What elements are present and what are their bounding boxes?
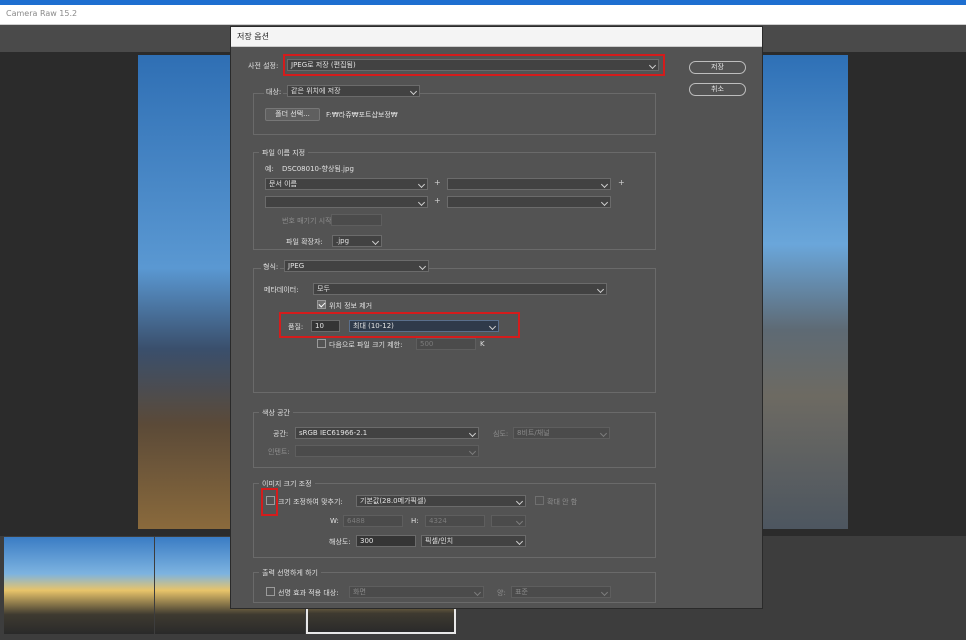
resolution-unit-value: 픽셀/인치 (425, 537, 454, 545)
app-titlebar: Camera Raw 15.2 (0, 5, 966, 25)
chevron-down-icon (473, 588, 482, 597)
resize-to-fit-select[interactable]: 기본값(28.0메가픽셀) (356, 495, 526, 507)
chevron-down-icon (468, 429, 477, 438)
sharpen-amount-label: 양: (497, 589, 506, 597)
photo-preview-left (138, 55, 230, 529)
chevron-down-icon (468, 447, 477, 456)
dialog-title: 저장 옵션 (237, 32, 269, 41)
dont-enlarge-checkbox[interactable] (535, 496, 544, 505)
format-value: JPEG (288, 262, 305, 270)
metadata-select[interactable]: 모두 (313, 283, 607, 295)
depth-value: 8비트/채널 (517, 429, 550, 437)
space-label: 공간: (273, 430, 289, 438)
output-sharpening-title: 출력 선명하게 하기 (259, 568, 321, 578)
remove-location-checkbox[interactable] (317, 300, 326, 309)
sharpen-for-label: 선명 효과 적용 대상: (278, 589, 339, 597)
sharpen-checkbox[interactable] (266, 587, 275, 596)
chevron-down-icon (600, 180, 609, 189)
file-extension-label: 파일 확장자: (286, 238, 323, 246)
dont-enlarge-label: 확대 안 함 (547, 498, 578, 506)
width-input[interactable]: 6488 (343, 515, 403, 527)
depth-select[interactable]: 8비트/채널 (513, 427, 610, 439)
naming-field-2[interactable] (447, 178, 611, 190)
chevron-down-icon (409, 87, 418, 96)
file-naming-title: 파일 이름 지정 (259, 148, 309, 158)
height-label: H: (411, 517, 419, 525)
select-folder-button[interactable]: 폴더 선택... (265, 108, 320, 121)
naming-field-1[interactable]: 문서 이름 (265, 178, 428, 190)
destination-label: 대상: (264, 87, 284, 97)
chevron-down-icon (417, 198, 426, 207)
highlight-quality (279, 312, 520, 338)
chevron-down-icon (600, 588, 609, 597)
plus-sign: + (434, 196, 441, 205)
chevron-down-icon (418, 262, 427, 271)
color-space-value: sRGB IEC61966-2.1 (299, 429, 368, 437)
sharpen-amount-select[interactable]: 표준 (511, 586, 611, 598)
highlight-preset (283, 54, 665, 76)
intent-label: 인텐트: (268, 448, 290, 456)
format-select[interactable]: JPEG (284, 260, 429, 272)
limit-file-size-input[interactable]: 500 (416, 338, 476, 350)
chevron-down-icon (371, 237, 380, 246)
save-button[interactable]: 저장 (689, 61, 746, 74)
file-extension-value: .jpg (336, 237, 350, 245)
sharpen-for-value: 화면 (353, 588, 366, 596)
naming-field-4[interactable] (447, 196, 611, 208)
dialog-titlebar: 저장 옵션 (231, 27, 762, 47)
limit-file-size-unit: K (480, 340, 485, 348)
sequence-start-label: 번호 매기기 시작: (282, 217, 334, 225)
naming-field-3[interactable] (265, 196, 428, 208)
destination-path: F:₩라쥬₩포트샵보정₩ (326, 111, 398, 119)
sharpen-for-select[interactable]: 화면 (349, 586, 484, 598)
chevron-down-icon (596, 285, 605, 294)
plus-sign: + (618, 178, 625, 187)
app-title: Camera Raw 15.2 (6, 9, 78, 18)
destination-value: 같은 위치에 저장 (291, 87, 341, 95)
highlight-resize-checkbox (261, 488, 278, 516)
limit-file-size-label: 다음으로 파일 크기 제한: (329, 341, 403, 349)
naming-field-1-value: 문서 이름 (269, 180, 297, 188)
sharpen-amount-value: 표준 (515, 588, 528, 596)
cancel-button[interactable]: 취소 (689, 83, 746, 96)
resolution-unit-select[interactable]: 픽셀/인치 (421, 535, 526, 547)
file-extension-select[interactable]: .jpg (332, 235, 382, 247)
example-filename: DSC08010-향상됨.jpg (282, 165, 354, 173)
chevron-down-icon (515, 517, 524, 526)
photo-preview-right (762, 55, 848, 529)
remove-location-label: 위치 정보 제거 (329, 302, 373, 310)
limit-file-size-checkbox[interactable] (317, 339, 326, 348)
color-space-select[interactable]: sRGB IEC61966-2.1 (295, 427, 479, 439)
metadata-label: 메타데이터: (264, 286, 299, 294)
filmstrip-thumbnail[interactable] (4, 537, 154, 634)
resolution-input[interactable]: 300 (356, 535, 416, 547)
chevron-down-icon (515, 497, 524, 506)
chevron-down-icon (417, 180, 426, 189)
intent-select[interactable] (295, 445, 479, 457)
chevron-down-icon (599, 429, 608, 438)
plus-sign: + (434, 178, 441, 187)
color-space-section (253, 412, 656, 468)
dialog-body: 사전 설정: JPEG로 저장 (편집됨) 저장 취소 대상: 같은 위치에 저… (231, 47, 762, 608)
chevron-down-icon (515, 537, 524, 546)
resize-to-fit-value: 기본값(28.0메가픽셀) (360, 497, 427, 505)
save-options-dialog: 저장 옵션 사전 설정: JPEG로 저장 (편집됨) 저장 취소 대상: 같은… (230, 26, 763, 609)
example-prefix: 예: (265, 165, 274, 173)
preset-label: 사전 설정: (248, 62, 279, 70)
sequence-start-input[interactable] (331, 214, 382, 226)
width-label: W: (330, 517, 339, 525)
destination-select[interactable]: 같은 위치에 저장 (287, 85, 420, 97)
color-space-title: 색상 공간 (259, 408, 293, 418)
chevron-down-icon (600, 198, 609, 207)
depth-label: 심도: (493, 430, 509, 438)
metadata-value: 모두 (317, 285, 330, 293)
size-unit-select[interactable] (491, 515, 526, 527)
resize-to-fit-label: 크기 조정하여 맞추기: (278, 498, 343, 506)
resolution-label: 해상도: (329, 538, 351, 546)
format-label: 형식: (261, 262, 281, 272)
height-input[interactable]: 4324 (425, 515, 485, 527)
